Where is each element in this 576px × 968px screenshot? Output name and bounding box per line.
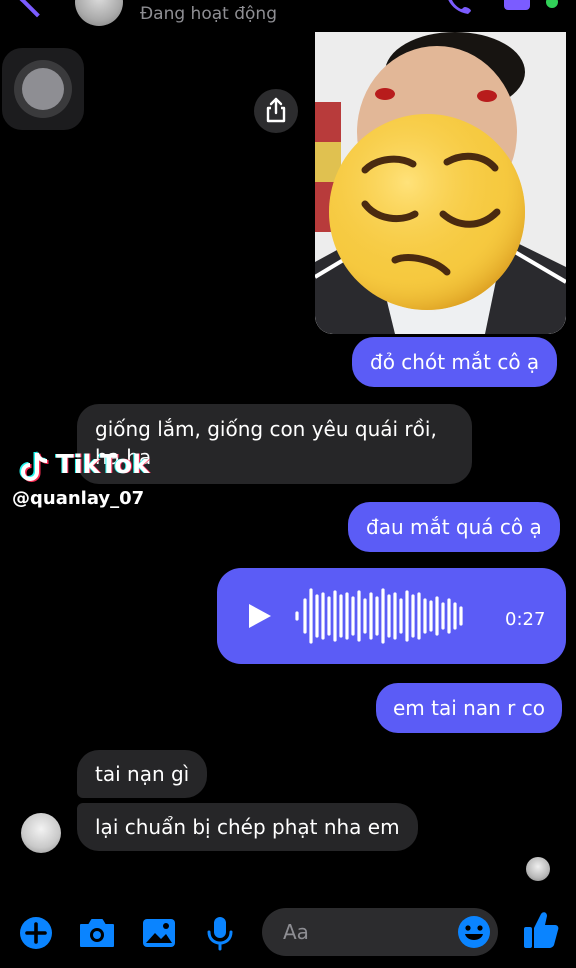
outgoing-message[interactable]: đau mắt quá cô ạ [348, 502, 560, 552]
back-chevron-icon[interactable] [18, 0, 56, 18]
outgoing-message[interactable]: đỏ chót mắt cô ạ [352, 337, 558, 387]
share-button[interactable] [254, 89, 298, 133]
tiktok-logo-icon [19, 451, 49, 483]
phone-icon[interactable] [446, 0, 472, 14]
plus-icon[interactable] [16, 913, 56, 953]
camera-icon[interactable] [77, 913, 117, 953]
voice-message[interactable]: 0:27 [217, 568, 566, 664]
assistive-touch-core [22, 68, 64, 110]
thumbs-up-icon[interactable] [522, 910, 560, 950]
chat-header: Đang hoạt động [0, 0, 576, 32]
tiktok-brand: TikTok [56, 450, 150, 480]
sender-avatar[interactable] [21, 813, 61, 853]
outgoing-message[interactable]: em tai nan r co [376, 683, 562, 733]
photo-attachment[interactable] [315, 32, 566, 334]
video-icon[interactable] [504, 0, 530, 10]
incoming-message[interactable]: lại chuẩn bị chép phạt nha em [77, 803, 418, 851]
voice-duration: 0:27 [505, 609, 546, 630]
image-icon[interactable] [139, 913, 179, 953]
play-icon[interactable] [247, 602, 273, 630]
voice-waveform [295, 588, 463, 644]
online-indicator [546, 0, 558, 8]
emoji-icon[interactable] [456, 914, 492, 950]
contact-avatar[interactable] [75, 0, 123, 26]
message-input-placeholder: Aa [283, 920, 309, 944]
incoming-message[interactable]: tai nạn gì [77, 750, 208, 798]
tiktok-handle: @quanlay_07 [12, 488, 145, 509]
contact-status: Đang hoạt động [140, 4, 277, 24]
share-icon [266, 97, 286, 123]
seen-receipt-avatar [526, 857, 550, 881]
mic-icon[interactable] [200, 913, 240, 953]
